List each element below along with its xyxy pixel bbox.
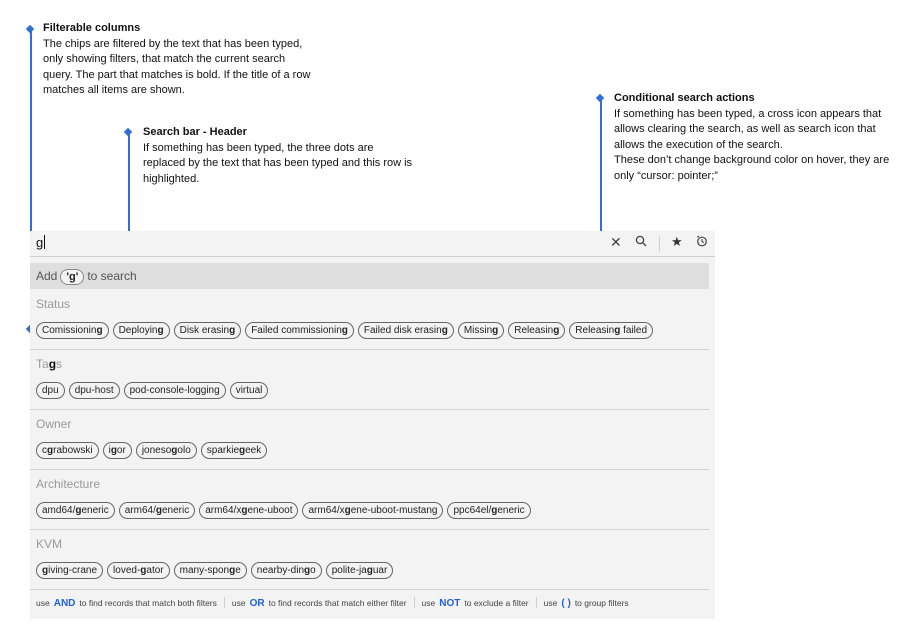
filter-chip[interactable]: Releasing failed xyxy=(569,322,654,339)
annotation-title: Search bar - Header xyxy=(143,126,247,138)
filter-chip[interactable]: polite-jaguar xyxy=(325,562,394,579)
annotation-text: matches all items are shown. xyxy=(43,84,185,96)
chip-list: cgrabowski igor jonesogolo sparkiegeek xyxy=(36,440,271,459)
filter-chip[interactable]: dpu-host xyxy=(68,382,120,399)
filter-chip[interactable]: dpu xyxy=(36,382,65,399)
star-icon[interactable]: ★ xyxy=(671,234,683,250)
search-bar: g ✕ ★ xyxy=(30,231,715,257)
annotation-text: only showing filters, that match the cur… xyxy=(43,53,286,65)
chip-list: amd64/generic arm64/generic arm64/xgene-ub… xyxy=(36,500,535,519)
help-item: use AND to find records that match both fi… xyxy=(36,598,217,609)
annotation-conditional-search-actions: Conditional search actions If something … xyxy=(614,91,914,184)
section-title: Owner xyxy=(36,417,72,431)
annotation-search-bar-header: Search bar - Header If something has bee… xyxy=(143,125,443,187)
filter-chip[interactable]: sparkiegeek xyxy=(200,442,268,459)
filter-chip[interactable]: Missing xyxy=(457,322,505,339)
section-title: Status xyxy=(36,297,71,311)
chip-list: dpu dpu-host pod-console-logging virtual xyxy=(36,380,272,399)
filter-chip[interactable]: arm64/xgene-uboot-mustang xyxy=(302,502,444,519)
search-query-text: g xyxy=(36,235,44,250)
annotation-text: allows the execution of the search. xyxy=(614,138,783,151)
section-title: KVM xyxy=(36,537,63,551)
filter-chip[interactable]: pod-console-logging xyxy=(123,382,226,399)
filter-chip[interactable]: Comissioning xyxy=(36,322,109,339)
close-icon[interactable]: ✕ xyxy=(610,234,622,251)
annotation-text: allows clearing the search, as well as s… xyxy=(614,123,876,135)
section-title: Architecture xyxy=(36,477,101,491)
section-divider xyxy=(30,349,709,350)
add-prefix: Add xyxy=(36,269,58,283)
search-help-footer: use AND to find records that match both fi… xyxy=(36,597,629,609)
add-to-search-row[interactable]: Add'g' to search xyxy=(30,263,709,289)
filter-chip[interactable]: nearby-dingo xyxy=(250,562,322,579)
filter-chip[interactable]: jonesogolo xyxy=(135,442,197,459)
query-chip: 'g' xyxy=(60,269,85,285)
annotation-text: only “cursor: pointer;” xyxy=(614,169,718,182)
annotation-text: If something has been typed, a cross ico… xyxy=(614,107,882,120)
filter-chip[interactable]: virtual xyxy=(229,382,269,399)
section-divider xyxy=(30,529,709,530)
filter-chip[interactable]: ppc64el/generic xyxy=(447,502,531,519)
annotation-line xyxy=(128,132,130,241)
toolbar-divider xyxy=(659,236,660,252)
annotation-filterable-columns: Filterable columns The chips are filtere… xyxy=(43,21,343,99)
filter-chip[interactable]: many-sponge xyxy=(173,562,247,579)
annotation-text: If something has been typed, the three d… xyxy=(143,141,374,154)
add-suffix: to search xyxy=(87,269,137,283)
filter-chip[interactable]: arm64/generic xyxy=(118,502,196,519)
filter-chip[interactable]: Failed commissioning xyxy=(245,322,354,339)
chip-list: Comissioning Deploying Disk erasing Failed … xyxy=(36,320,657,339)
filter-chip[interactable]: Failed disk erasing xyxy=(357,322,454,339)
filter-chip[interactable]: Releasing xyxy=(508,322,566,339)
help-item: use NOT to exclude a filter xyxy=(421,598,529,609)
search-input[interactable]: g xyxy=(36,235,46,250)
annotation-text: The chips are filtered by the text that … xyxy=(43,37,303,50)
filter-chip[interactable]: Disk erasing xyxy=(173,322,242,339)
history-icon[interactable] xyxy=(696,235,708,250)
help-item: use( ) to group filters xyxy=(543,598,629,609)
filter-chip[interactable]: giving-crane xyxy=(36,562,104,579)
chip-list: giving-crane loved-gator many-sponge nearby… xyxy=(36,560,397,579)
search-icon[interactable] xyxy=(635,235,647,250)
filter-chip[interactable]: arm64/xgene-uboot xyxy=(199,502,299,519)
filter-chip[interactable]: loved-gator xyxy=(107,562,170,579)
annotation-line xyxy=(600,98,602,241)
filter-chip[interactable]: Deploying xyxy=(112,322,170,339)
annotation-title: Conditional search actions xyxy=(614,92,755,104)
filter-chip[interactable]: igor xyxy=(102,442,132,459)
annotation-text: query. The part that matches is bold. If… xyxy=(43,68,311,81)
search-panel: g ✕ ★ Add'g' to search Status Comissioning… xyxy=(30,231,715,619)
section-divider xyxy=(30,589,709,590)
annotation-text: highlighted. xyxy=(143,172,200,185)
section-divider xyxy=(30,469,709,470)
text-caret xyxy=(44,235,46,249)
help-item: use OR to find records that match either f… xyxy=(231,598,407,609)
annotation-text: replaced by the text that has been typed… xyxy=(143,157,413,169)
annotation-text: These don’t change background color on h… xyxy=(614,154,890,166)
filter-chip[interactable]: cgrabowski xyxy=(36,442,99,459)
annotation-title: Filterable columns xyxy=(43,22,141,34)
section-divider xyxy=(30,409,709,410)
section-title: Tags xyxy=(36,357,63,371)
filter-chip[interactable]: amd64/generic xyxy=(36,502,115,519)
